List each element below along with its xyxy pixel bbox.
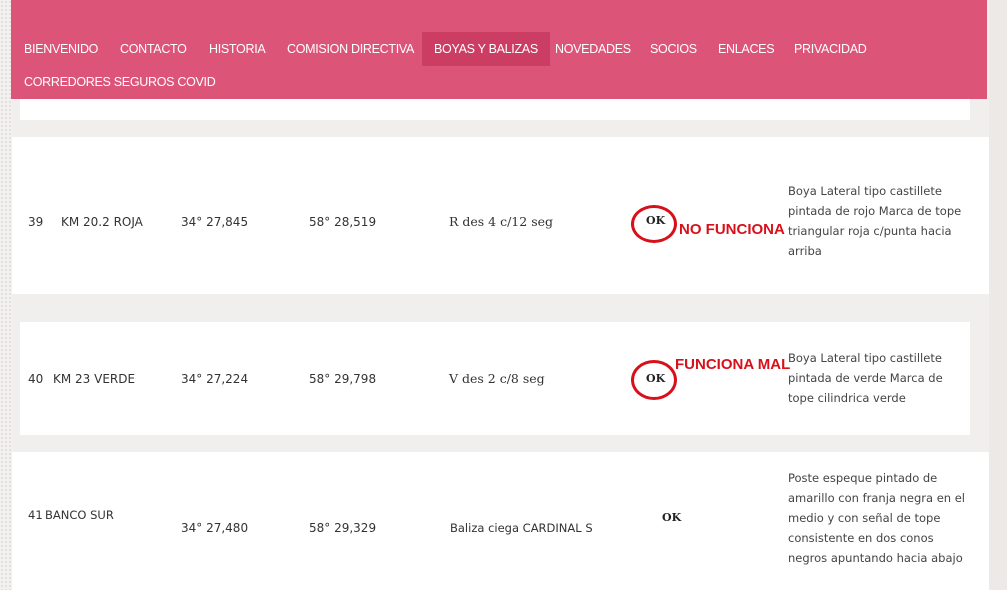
buoy-name: BANCO SUR xyxy=(45,508,114,522)
nav-item-corredores-seguros-covid[interactable]: CORREDORES SEGUROS COVID xyxy=(12,65,227,99)
buoy-description: Boya Lateral tipo castillete pintada de … xyxy=(788,184,962,258)
light-characteristic: R des 4 c/12 seg xyxy=(449,214,554,229)
page-scrollbar-track xyxy=(989,0,1007,590)
nav-item-boyas-y-balizas[interactable]: BOYAS Y BALIZAS xyxy=(422,32,550,66)
status-ok: OK xyxy=(646,372,666,385)
buoy-description: Poste espeque pintado de amarillo con fr… xyxy=(788,471,965,565)
table-row: 41 BANCO SUR 34° 27,480 58° 29,329 Baliz… xyxy=(12,452,989,590)
nav-item-privacidad[interactable]: PRIVACIDAD xyxy=(782,32,878,66)
longitude: 58° 28,519 xyxy=(309,215,377,229)
row-number: 39 xyxy=(28,215,44,229)
status-annotation: FUNCIONA MAL xyxy=(675,356,791,373)
nav-item-socios[interactable]: SOCIOS xyxy=(638,32,709,66)
buoy-name: KM 20.2 ROJA xyxy=(61,215,143,229)
status-annotation: NO FUNCIONA xyxy=(679,221,785,238)
light-characteristic: V des 2 c/8 seg xyxy=(449,371,545,386)
nav-item-novedades[interactable]: NOVEDADES xyxy=(543,32,643,66)
latitude: 34° 27,224 xyxy=(181,372,249,386)
nav-item-bienvenido[interactable]: BIENVENIDO xyxy=(12,32,110,66)
longitude: 58° 29,329 xyxy=(309,521,377,535)
row-number: 40 xyxy=(28,372,44,386)
light-characteristic: Baliza ciega CARDINAL S xyxy=(450,521,593,535)
table-row: 39 KM 20.2 ROJA 34° 27,845 58° 28,519 R … xyxy=(12,137,989,294)
row-number: 41 xyxy=(28,508,43,522)
latitude: 34° 27,845 xyxy=(181,215,249,229)
status-ok: OK xyxy=(662,511,682,524)
buoy-name: KM 23 VERDE xyxy=(53,372,136,386)
nav-item-contacto[interactable]: CONTACTO xyxy=(108,32,199,66)
table-row: 40 KM 23 VERDE 34° 27,224 58° 29,798 V d… xyxy=(20,322,970,435)
nav-item-historia[interactable]: HISTORIA xyxy=(197,32,277,66)
latitude: 34° 27,480 xyxy=(181,521,249,535)
longitude: 58° 29,798 xyxy=(309,372,377,386)
nav-item-comision-directiva[interactable]: COMISION DIRECTIVA xyxy=(275,32,426,66)
buoy-description: Boya Lateral tipo castillete pintada de … xyxy=(788,351,943,405)
status-ok: OK xyxy=(646,214,666,227)
main-navigation: BIENVENIDO CONTACTO HISTORIA COMISION DI… xyxy=(11,0,987,99)
nav-item-enlaces[interactable]: ENLACES xyxy=(706,32,786,66)
